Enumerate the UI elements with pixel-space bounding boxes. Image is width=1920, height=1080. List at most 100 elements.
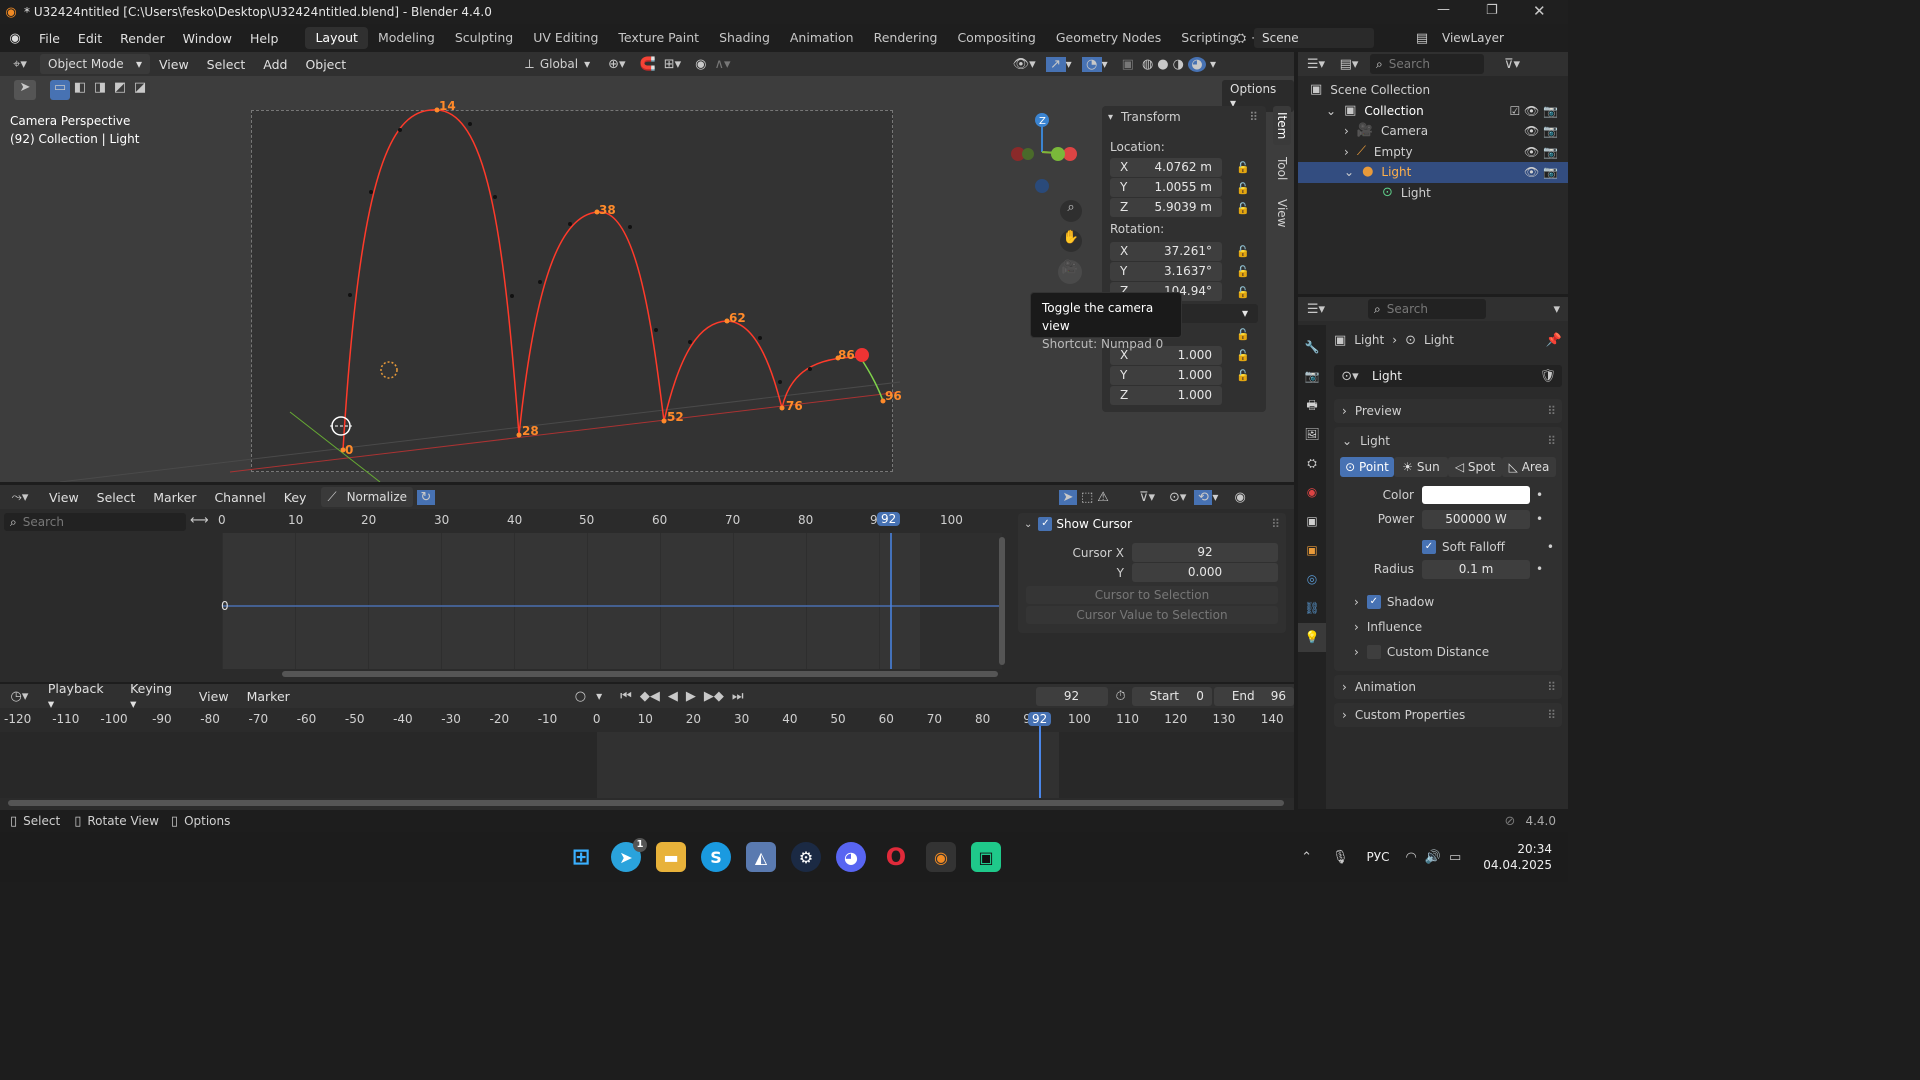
opera-icon[interactable]: O <box>881 842 911 872</box>
tab-animation[interactable]: Animation <box>780 27 864 49</box>
graph-menu-marker[interactable]: Marker <box>144 490 205 505</box>
custom-distance-checkbox[interactable] <box>1366 645 1381 659</box>
scene-name[interactable]: Scene <box>1254 28 1374 48</box>
tree-row-collection[interactable]: ⌄ ▣ Collection ☑ 👁 📷 <box>1298 101 1568 122</box>
location-y-field[interactable]: Y 1.0055 m <box>1110 178 1222 197</box>
lock-icon[interactable]: 🔓 <box>1236 366 1250 387</box>
fake-user-icon[interactable]: 🛡 <box>1539 369 1556 384</box>
rotation-y-field[interactable]: Y 3.1637° <box>1110 262 1222 281</box>
timeline-menu-view[interactable]: View <box>190 689 238 704</box>
wifi-icon[interactable]: ◠ <box>1405 850 1416 865</box>
channel-search[interactable]: ⌕ Search <box>4 513 186 531</box>
transform-header[interactable]: ▾ Transform ⠿ <box>1102 106 1266 128</box>
type-spot-button[interactable]: ◁ Spot <box>1448 457 1502 477</box>
monitor-app-icon[interactable]: ◭ <box>746 842 776 872</box>
world-tab-icon[interactable]: ◉ <box>1298 478 1326 507</box>
light-panel-header[interactable]: ⌄ Light ⠿ <box>1334 429 1562 453</box>
graph-vscroll[interactable] <box>999 537 1005 665</box>
rotation-x-field[interactable]: X 37.261° <box>1110 242 1222 261</box>
properties-options-icon[interactable]: ▾ <box>1553 302 1560 317</box>
timeline-playhead[interactable] <box>1039 718 1041 798</box>
blender-taskbar-icon[interactable]: ◉ <box>926 842 956 872</box>
collection-toggles[interactable]: ☑ 👁 📷 <box>1509 101 1558 122</box>
lock-icon[interactable]: 🔓 <box>1236 199 1250 220</box>
shading-material-icon[interactable]: ◑ <box>1173 57 1184 72</box>
stopwatch-icon[interactable]: ⏱ <box>1116 689 1126 704</box>
timeline-menu-playback[interactable]: Playback ▾ <box>39 681 121 711</box>
menu-render[interactable]: Render <box>111 31 174 46</box>
shadow-checkbox[interactable]: ✓ <box>1366 595 1381 609</box>
normalize-toggle[interactable]: ⟋ Normalize <box>321 487 413 507</box>
lock-icon[interactable]: 🔓 <box>1236 283 1250 304</box>
game-app-icon[interactable]: ▣ <box>971 842 1001 872</box>
tree-row-camera[interactable]: › 🎥 Camera 👁 📷 <box>1298 121 1568 142</box>
graph-menu-select[interactable]: Select <box>88 490 145 505</box>
tab-view[interactable]: View <box>1273 193 1291 233</box>
properties-editor-icon[interactable]: ☰▾ <box>1298 302 1334 317</box>
radius-field[interactable]: 0.1 m <box>1422 559 1530 579</box>
windows-start-icon[interactable]: ⊞ <box>566 842 596 872</box>
timeline-track[interactable] <box>0 718 1294 798</box>
tab-geometry-nodes[interactable]: Geometry Nodes <box>1046 27 1171 49</box>
play-reverse-icon[interactable]: ◀ <box>668 689 678 704</box>
tool-tab-icon[interactable]: 🔧 <box>1298 333 1326 362</box>
discord-icon[interactable]: ◕ <box>836 842 866 872</box>
xray-icon[interactable]: ▣ <box>1122 57 1134 72</box>
location-z-field[interactable]: Z 5.9039 m <box>1110 198 1222 217</box>
tree-row-scene-collection[interactable]: ▣ Scene Collection <box>1298 80 1568 101</box>
zoom-icon[interactable]: ⌕ <box>1060 200 1082 222</box>
menu-help[interactable]: Help <box>241 31 288 46</box>
play-icon[interactable]: ▶ <box>686 689 696 704</box>
viewlayer-selector[interactable]: ▤ ViewLayer <box>1410 27 1544 49</box>
constraints-tab-icon[interactable]: ⛓ <box>1298 594 1326 623</box>
tree-row-light-data[interactable]: ⊙ Light <box>1298 183 1568 204</box>
render-tab-icon[interactable]: 📷 <box>1298 362 1326 391</box>
animation-panel[interactable]: › Animation ⠿ <box>1334 675 1562 699</box>
tab-item[interactable]: Item <box>1273 106 1291 146</box>
lock-icon[interactable]: 🔓 <box>1236 242 1250 263</box>
cursor-to-selection-button[interactable]: Cursor to Selection <box>1026 586 1278 604</box>
prev-keyframe-icon[interactable]: ◆◀ <box>640 689 660 704</box>
soft-falloff-row[interactable]: ✓ Soft Falloff • <box>1334 537 1562 557</box>
tab-shading[interactable]: Shading <box>709 27 780 49</box>
menu-window[interactable]: Window <box>174 31 241 46</box>
close-icon[interactable]: ✕ <box>1533 2 1546 20</box>
start-frame-field[interactable]: Start 0 <box>1131 686 1212 706</box>
maximize-icon[interactable]: ❐ <box>1486 3 1498 18</box>
snapping-icon[interactable]: ⟲ <box>1194 489 1213 505</box>
tray-chevron-icon[interactable]: ⌃ <box>1301 850 1312 865</box>
outliner-search[interactable]: ⌕ Search <box>1370 54 1484 74</box>
collection-tab-icon[interactable]: ▣ <box>1298 507 1326 536</box>
language-indicator[interactable]: РУС <box>1367 850 1390 864</box>
pan-hand-icon[interactable]: ✋ <box>1060 230 1082 252</box>
physics-tab-icon[interactable]: ◎ <box>1298 565 1326 594</box>
timeline-menu-marker[interactable]: Marker <box>238 689 299 704</box>
steam-icon[interactable]: ⚙ <box>791 842 821 872</box>
light-data-tab-icon[interactable]: 💡 <box>1298 623 1326 652</box>
filter-icon[interactable]: ⊽▾ <box>1504 57 1520 72</box>
custom-distance-subpanel[interactable]: › Custom Distance <box>1334 641 1562 663</box>
errors-icon[interactable]: ⚠ <box>1097 490 1109 505</box>
3d-viewport[interactable]: ⌖▾ Object Mode ▾ View Select Add Object ⟂… <box>0 52 1294 482</box>
graph-area[interactable] <box>222 533 1002 669</box>
lock-icon[interactable]: 🔓 <box>1236 179 1250 200</box>
proportional-icon[interactable]: ◉ <box>1234 490 1245 505</box>
only-selected-icon[interactable]: ➤ <box>1059 489 1077 505</box>
graph-current-frame[interactable]: 92 <box>877 512 901 526</box>
blender-menu-icon[interactable]: ◉ <box>0 31 30 46</box>
graph-hscroll[interactable] <box>282 671 998 677</box>
influence-subpanel[interactable]: › Influence <box>1334 616 1562 638</box>
lock-icon[interactable]: 🔓 <box>1236 262 1250 283</box>
timeline-menu-keying[interactable]: Keying ▾ <box>121 681 190 711</box>
tree-row-light[interactable]: ⌄ ● Light 👁 📷 <box>1298 162 1568 183</box>
tree-row-empty[interactable]: › ⟋ Empty 👁 📷 <box>1298 142 1568 163</box>
navigation-gizmo[interactable]: Z <box>1002 110 1082 200</box>
show-cursor-checkbox[interactable]: ✓ <box>1038 517 1053 531</box>
battery-icon[interactable]: ▭ <box>1449 850 1461 865</box>
light-datablock-selector[interactable]: ⊙▾ Light 🛡 <box>1334 365 1562 387</box>
lock-icon[interactable]: 🔓 <box>1236 158 1250 179</box>
location-x-field[interactable]: X 4.0762 m <box>1110 158 1222 177</box>
timeline-hscroll[interactable] <box>8 800 1284 806</box>
end-frame-field[interactable]: End 96 <box>1213 686 1294 706</box>
shading-solid-icon[interactable]: ● <box>1157 57 1168 72</box>
